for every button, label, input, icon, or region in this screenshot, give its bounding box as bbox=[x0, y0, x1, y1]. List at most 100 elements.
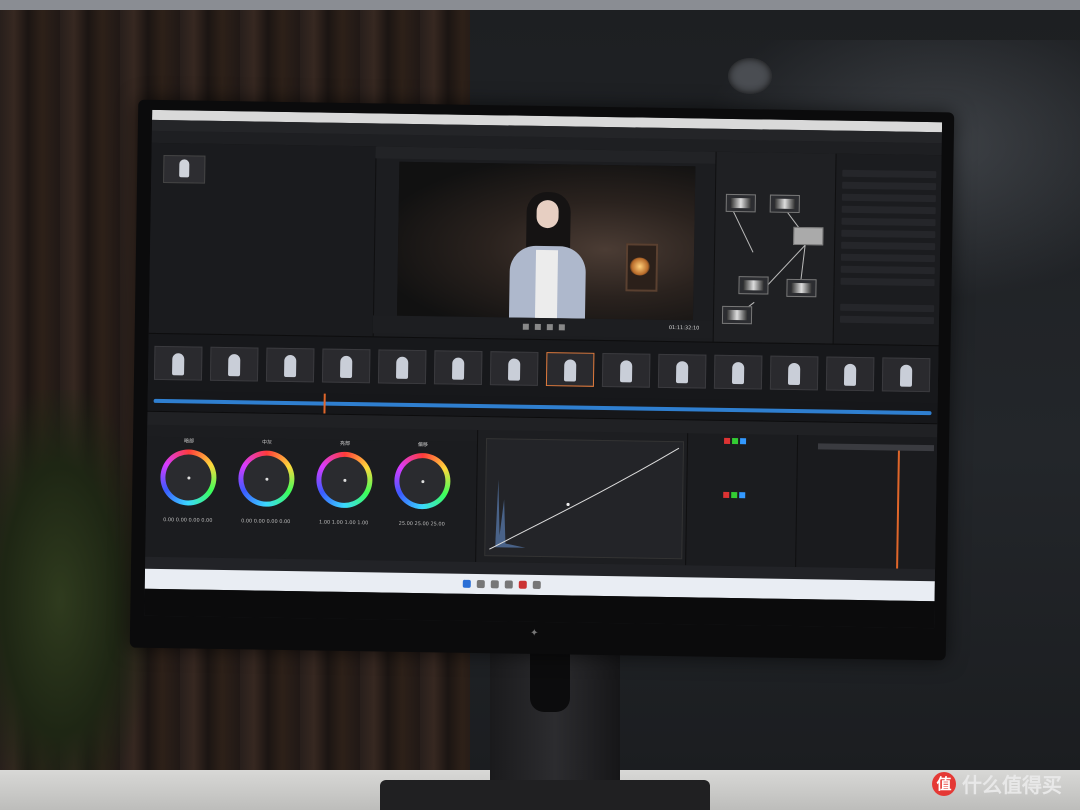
monitor-base bbox=[380, 780, 710, 810]
wheel-label: 中灰 bbox=[261, 439, 273, 446]
timeline-clip[interactable] bbox=[153, 345, 203, 381]
effect-item[interactable] bbox=[841, 217, 936, 227]
top-strip bbox=[0, 0, 1080, 10]
monitor: ✦ 01:11:32:10 暗部 0.00 0.00 0.00 0.00 中灰 … bbox=[129, 99, 955, 661]
app-icon[interactable] bbox=[504, 580, 513, 589]
app-icon[interactable] bbox=[490, 580, 499, 589]
search-icon[interactable] bbox=[476, 580, 485, 589]
node-selected[interactable] bbox=[793, 226, 824, 246]
effect-item[interactable] bbox=[840, 303, 935, 313]
curve-graph[interactable] bbox=[484, 438, 685, 560]
color-wheel-offset: 偏移 25.00 25.00 25.00 bbox=[393, 441, 451, 552]
wheel-ring[interactable] bbox=[393, 452, 451, 510]
play-icon[interactable] bbox=[534, 323, 541, 330]
loop-icon[interactable] bbox=[558, 324, 565, 331]
clip-person bbox=[507, 358, 521, 381]
watermark: 值 什么值得买 bbox=[932, 769, 1062, 798]
timeline-clip[interactable] bbox=[601, 352, 651, 388]
effect-item[interactable] bbox=[841, 241, 936, 251]
media-pool-panel bbox=[148, 142, 377, 337]
wheel-dot[interactable] bbox=[187, 476, 191, 480]
clip-person bbox=[340, 355, 353, 379]
presenter-top bbox=[534, 249, 559, 319]
timeline-clip[interactable] bbox=[657, 353, 707, 389]
swatch-blue[interactable] bbox=[739, 492, 746, 499]
timeline-clip[interactable] bbox=[321, 348, 371, 384]
node[interactable] bbox=[769, 194, 800, 214]
start-icon[interactable] bbox=[462, 579, 471, 588]
wheel-ring[interactable] bbox=[237, 450, 295, 508]
swatch-green[interactable] bbox=[731, 491, 738, 499]
clip-person bbox=[284, 354, 297, 378]
wheel-dot[interactable] bbox=[343, 478, 347, 482]
node-thumbnail bbox=[791, 282, 812, 294]
watermark-badge-icon: 值 bbox=[932, 771, 956, 796]
effect-item[interactable] bbox=[842, 181, 937, 191]
effects-panel bbox=[832, 153, 943, 346]
forward-icon[interactable] bbox=[546, 324, 553, 331]
swatch-blue[interactable] bbox=[740, 438, 747, 445]
timeline-clip[interactable] bbox=[545, 352, 595, 387]
clip-person bbox=[731, 361, 745, 385]
ceiling-lamp bbox=[728, 58, 772, 94]
effect-item[interactable] bbox=[840, 277, 935, 287]
timeline-clip[interactable] bbox=[713, 354, 763, 390]
node[interactable] bbox=[738, 276, 769, 295]
clip-person bbox=[619, 360, 633, 383]
node-thumbnail bbox=[774, 198, 795, 209]
video-viewer[interactable] bbox=[396, 161, 696, 321]
wheel-values: 0.00 0.00 0.00 0.00 bbox=[241, 518, 291, 526]
timeline-clip[interactable] bbox=[769, 355, 819, 391]
app-icon[interactable] bbox=[518, 580, 527, 589]
stop-icon[interactable] bbox=[522, 323, 529, 330]
photo-scene: ✦ 01:11:32:10 暗部 0.00 0.00 0.00 0.00 中灰 … bbox=[0, 0, 1080, 810]
effect-item[interactable] bbox=[840, 265, 935, 275]
wheel-center bbox=[243, 455, 290, 503]
wheel-label: 亮部 bbox=[339, 440, 351, 447]
curves-panel bbox=[475, 429, 689, 566]
wheel-label: 偏移 bbox=[417, 442, 429, 449]
effect-item[interactable] bbox=[842, 169, 937, 179]
effect-item[interactable] bbox=[840, 253, 936, 263]
watermark-text: 什么值得买 bbox=[962, 773, 1062, 797]
playhead[interactable] bbox=[323, 393, 326, 414]
effect-item[interactable] bbox=[841, 229, 936, 239]
app-icon[interactable] bbox=[532, 580, 541, 590]
wheel-center bbox=[399, 457, 446, 505]
timeline-clip[interactable] bbox=[433, 350, 483, 386]
timeline-clip[interactable] bbox=[265, 347, 315, 383]
keyframe-playhead[interactable] bbox=[896, 450, 900, 569]
node[interactable] bbox=[725, 193, 756, 213]
swatch-red[interactable] bbox=[723, 491, 730, 498]
node[interactable] bbox=[721, 305, 753, 325]
wheel-center bbox=[321, 456, 368, 504]
timecode: 01:11:32:10 bbox=[668, 324, 700, 332]
timeline-clip[interactable] bbox=[825, 356, 875, 392]
wheel-dot[interactable] bbox=[421, 480, 425, 484]
effect-item[interactable] bbox=[839, 315, 935, 325]
effect-item[interactable] bbox=[841, 193, 936, 203]
node-graph bbox=[712, 151, 837, 344]
thumbnail-person bbox=[179, 159, 190, 178]
color-wheel-gain: 亮部 1.00 1.00 1.00 1.00 bbox=[315, 439, 373, 550]
wheel-ring[interactable] bbox=[315, 451, 373, 509]
presenter-face bbox=[536, 199, 559, 229]
wheel-dot[interactable] bbox=[265, 477, 269, 481]
wheel-values: 0.00 0.00 0.00 0.00 bbox=[163, 517, 213, 524]
timeline-clip[interactable] bbox=[377, 349, 427, 385]
timeline-clip[interactable] bbox=[209, 346, 259, 382]
swatch-green[interactable] bbox=[732, 437, 739, 445]
effect-item[interactable] bbox=[841, 205, 936, 215]
clip-person bbox=[228, 354, 241, 377]
swatch-red[interactable] bbox=[724, 437, 731, 444]
wheel-ring[interactable] bbox=[159, 449, 217, 506]
media-thumbnail[interactable] bbox=[163, 155, 206, 184]
clip-person bbox=[396, 356, 409, 379]
timeline-clip[interactable] bbox=[489, 351, 539, 386]
plant bbox=[0, 390, 150, 810]
node[interactable] bbox=[786, 278, 817, 298]
timeline-clip[interactable] bbox=[881, 357, 931, 393]
brand-logo-icon: ✦ bbox=[529, 627, 539, 639]
node-thumbnail bbox=[726, 309, 748, 321]
clip-person bbox=[451, 357, 465, 380]
